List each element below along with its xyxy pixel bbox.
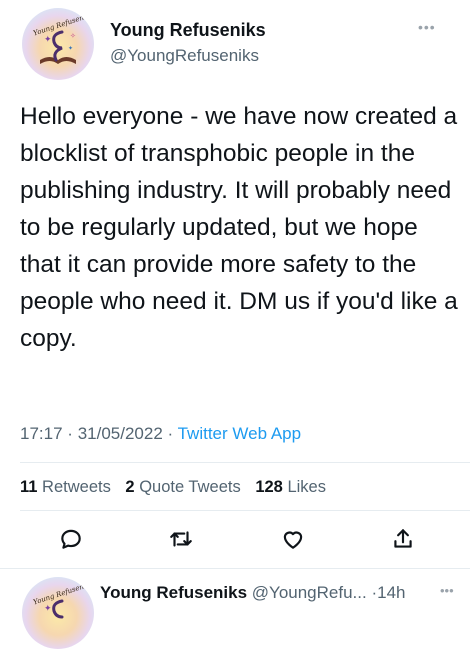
svg-text:✧: ✧ — [70, 32, 76, 40]
author-handle[interactable]: @YoungRefuseniks — [110, 46, 259, 66]
divider — [20, 462, 470, 463]
likes-stat[interactable]: 128 Likes — [255, 478, 326, 496]
share-button[interactable] — [386, 522, 420, 556]
retweets-label: Retweets — [42, 478, 111, 496]
svg-text:✦: ✦ — [44, 35, 52, 45]
tweet-stats: 11 Retweets 2 Quote Tweets 128 Likes — [20, 478, 326, 497]
next-tweet-header: Young Refuseniks @YoungRefu... ·14h — [100, 583, 406, 603]
book-logo-icon: ✦ ✧ ✦ — [40, 30, 76, 64]
retweets-stat[interactable]: 11 Retweets — [20, 478, 111, 496]
tweet-text: Hello everyone - we have now created a b… — [20, 103, 458, 352]
next-tweet-display-name[interactable]: Young Refuseniks — [100, 583, 247, 602]
retweet-icon — [170, 531, 192, 547]
tweet-source-link[interactable]: Twitter Web App — [178, 424, 301, 443]
quotes-count: 2 — [125, 478, 135, 496]
tweet-meta: 17:17 · 31/05/2022 · Twitter Web App — [20, 424, 301, 444]
next-tweet-age[interactable]: 14h — [377, 583, 405, 602]
more-options-icon[interactable]: ••• — [440, 583, 454, 598]
next-tweet-handle[interactable]: @YoungRefu... — [252, 583, 367, 602]
next-tweet-avatar[interactable]: Young Refuseniks ✦ — [22, 577, 94, 649]
tweet-date[interactable]: 31/05/2022 — [78, 424, 163, 443]
quotes-label: Quote Tweets — [139, 478, 241, 496]
tweet-actions — [0, 522, 470, 558]
likes-count: 128 — [255, 478, 283, 496]
author-avatar[interactable]: Young Refuseniks ✦ ✧ ✦ — [22, 8, 94, 80]
retweet-button[interactable] — [164, 522, 198, 556]
reply-icon — [61, 529, 81, 549]
meta-separator: · — [167, 424, 174, 443]
meta-separator: · — [67, 424, 73, 443]
like-icon — [283, 531, 303, 549]
author-display-name[interactable]: Young Refuseniks — [110, 20, 266, 41]
like-button[interactable] — [276, 522, 310, 556]
share-icon — [394, 529, 412, 548]
tweet-time[interactable]: 17:17 — [20, 424, 63, 443]
likes-label: Likes — [287, 478, 326, 496]
more-options-icon[interactable]: ••• — [418, 19, 436, 35]
svg-text:✦: ✦ — [44, 604, 52, 614]
quote-tweets-stat[interactable]: 2 Quote Tweets — [125, 478, 240, 496]
reply-button[interactable] — [54, 522, 88, 556]
next-tweet[interactable]: Young Refuseniks ✦ Young Refuseniks @You… — [0, 568, 470, 649]
svg-text:✦: ✦ — [68, 45, 73, 52]
retweets-count: 11 — [20, 478, 38, 496]
divider — [20, 510, 470, 511]
